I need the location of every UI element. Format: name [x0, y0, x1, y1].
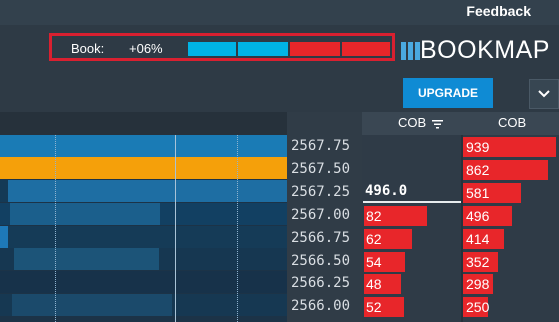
last-trade-line — [363, 201, 461, 203]
ask-size-value: 496 — [466, 208, 490, 224]
current-time-line — [175, 135, 176, 322]
ask-size-value: 298 — [466, 276, 490, 292]
bid-size-value: 82 — [366, 208, 382, 224]
price-label: 2567.50 — [291, 161, 351, 177]
bid-segment — [188, 42, 236, 56]
ask-size-value: 250 — [466, 299, 490, 315]
heatmap-cell — [14, 248, 159, 270]
cob-left-label: COB — [398, 115, 427, 130]
bid-size-value: 62 — [366, 231, 382, 247]
grid-line — [237, 135, 238, 322]
chart-header-strip — [0, 112, 287, 135]
price-label: 2567.25 — [291, 184, 351, 200]
price-label: 2567.75 — [291, 138, 351, 154]
bookmap-logo: BOOKMAP — [420, 36, 550, 64]
last-trade-value: 496.0 — [365, 183, 408, 199]
price-label: 2566.75 — [291, 230, 351, 246]
upgrade-button[interactable]: UPGRADE — [403, 78, 493, 108]
feedback-link[interactable]: Feedback — [466, 3, 531, 19]
book-label: Book: — [71, 41, 105, 56]
bid-size-value: 48 — [366, 276, 382, 292]
heatmap-cell — [0, 226, 8, 248]
heatmap-row — [0, 271, 287, 293]
bid-size-value: 52 — [366, 299, 382, 315]
heatmap-row — [0, 226, 287, 248]
ask-size-value: 414 — [466, 231, 490, 247]
heatmap-row-highlight — [0, 157, 287, 179]
price-label: 2566.00 — [291, 298, 351, 314]
price-label: 2566.50 — [291, 253, 351, 269]
heatmap-cell — [10, 203, 160, 225]
book-imbalance-value: +06% — [129, 41, 163, 56]
ask-size-value: 939 — [466, 139, 490, 155]
price-label: 2566.25 — [291, 275, 351, 291]
bid-size-value: 54 — [366, 254, 382, 270]
book-imbalance-bar — [188, 42, 390, 56]
heatmap-cell — [8, 180, 287, 202]
dropdown-button[interactable] — [529, 79, 559, 109]
cob-left-header[interactable]: COB — [362, 112, 462, 135]
heatmap-chart[interactable] — [0, 135, 287, 322]
heatmap-row — [0, 135, 287, 157]
bid-segment — [238, 42, 288, 56]
cob-right-header[interactable]: COB — [462, 112, 559, 135]
price-label: 2567.00 — [291, 207, 351, 223]
ask-size-value: 581 — [466, 185, 490, 201]
grid-line — [55, 135, 56, 322]
filter-icon[interactable] — [432, 119, 443, 129]
ask-size-value: 352 — [466, 254, 490, 270]
heatmap-cell — [12, 294, 172, 316]
ask-segment — [290, 42, 340, 56]
ask-size-value: 862 — [466, 162, 490, 178]
chevron-down-icon — [538, 90, 550, 98]
cob-right-label: COB — [498, 115, 527, 130]
bookmap-logo-icon — [401, 42, 420, 60]
ask-segment — [342, 42, 390, 56]
